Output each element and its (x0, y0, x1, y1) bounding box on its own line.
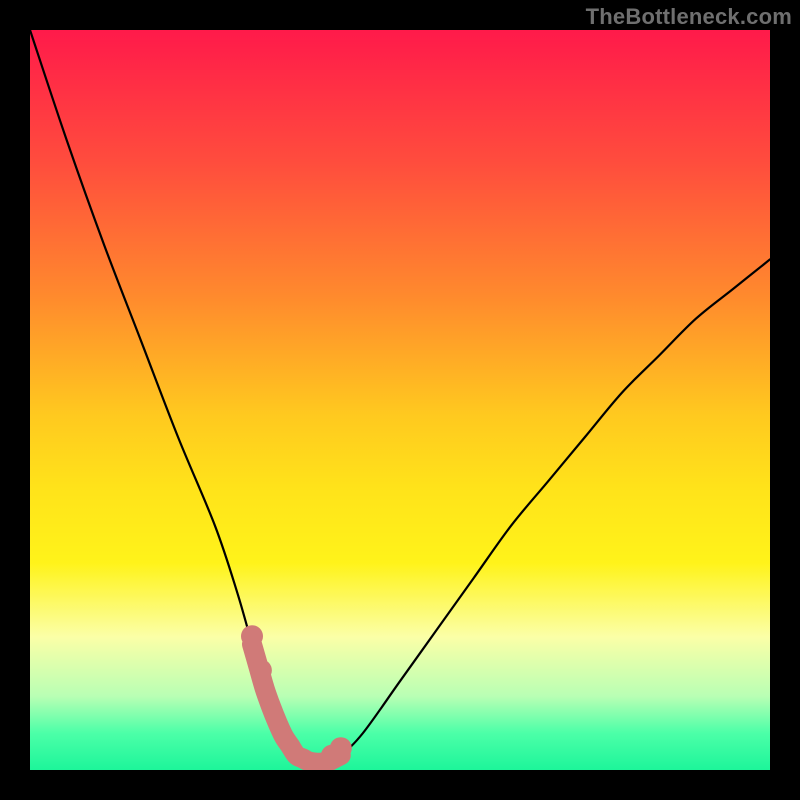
optimal-band-markers (241, 625, 352, 766)
optimal-band-layer (30, 30, 770, 770)
optimal-band-dot (241, 625, 263, 647)
chart-stage: TheBottleneck.com (0, 0, 800, 800)
watermark-label: TheBottleneck.com (586, 4, 792, 30)
optimal-band-dot (330, 737, 352, 759)
optimal-band-dot (250, 659, 272, 681)
plot-area (30, 30, 770, 770)
